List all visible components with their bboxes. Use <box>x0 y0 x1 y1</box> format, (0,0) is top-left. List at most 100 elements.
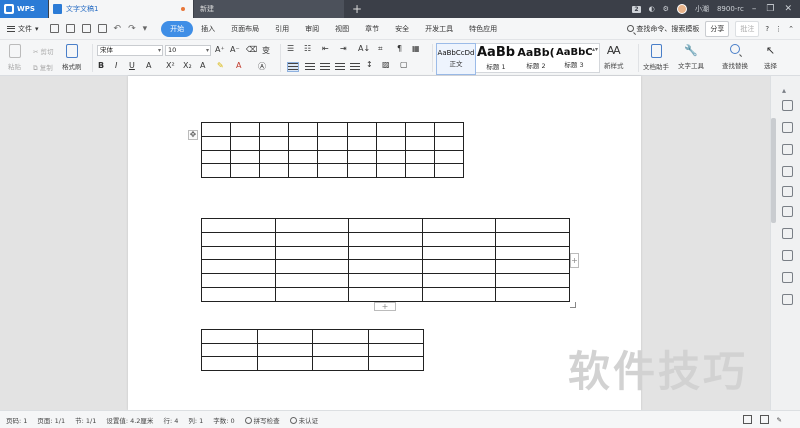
decrease-indent-icon[interactable]: ⇤ <box>322 44 329 53</box>
add-tab-button[interactable]: + <box>344 0 374 18</box>
table-cell[interactable] <box>201 287 276 302</box>
table-cell[interactable] <box>230 149 261 165</box>
table-cell[interactable] <box>256 342 313 358</box>
window-count-badge[interactable]: 2 <box>632 5 641 13</box>
table-cell[interactable] <box>230 135 261 151</box>
more-options-icon[interactable]: ⋮ <box>775 25 782 33</box>
table-cell[interactable] <box>421 259 497 275</box>
grow-font-icon[interactable]: A⁺ <box>215 45 225 54</box>
table-tools-icon[interactable] <box>782 186 793 197</box>
bold-icon[interactable]: B <box>98 61 104 70</box>
table-cell[interactable] <box>348 218 423 233</box>
scroll-up-icon[interactable]: ▴ <box>782 86 793 97</box>
table-cell[interactable] <box>256 356 313 371</box>
redo-icon[interactable]: ↷ <box>128 24 136 34</box>
table-cell[interactable] <box>375 122 406 137</box>
font-color-icon[interactable]: A <box>236 61 241 70</box>
table-cell[interactable] <box>274 245 350 261</box>
style-heading-1[interactable]: AaBb 标题 1 <box>477 44 515 74</box>
table-cell[interactable] <box>317 122 348 137</box>
table-cell[interactable] <box>348 245 423 261</box>
table-cell[interactable] <box>346 122 377 137</box>
table-cell[interactable] <box>348 273 423 289</box>
table-cell[interactable] <box>346 135 377 151</box>
table-cell[interactable] <box>312 329 369 344</box>
settings-icon[interactable]: ⚙ <box>663 5 669 13</box>
table-cell[interactable] <box>367 342 424 358</box>
border-icon[interactable]: ▢ <box>400 60 408 69</box>
copy-pane-icon[interactable] <box>782 228 793 239</box>
tab-review[interactable]: 审阅 <box>297 21 327 37</box>
table-cell[interactable] <box>259 135 290 151</box>
table-cell[interactable] <box>201 245 276 261</box>
table-borders-icon[interactable]: ▦ <box>412 44 420 53</box>
table-cell[interactable] <box>274 218 350 233</box>
table-1[interactable] <box>200 122 465 178</box>
reading-mode-icon[interactable] <box>759 415 769 424</box>
collapse-ribbon-icon[interactable]: ⌃ <box>788 25 794 33</box>
table-cell[interactable] <box>421 273 497 289</box>
undo-icon[interactable]: ↶ <box>114 24 122 34</box>
maximize-icon[interactable]: ❐ <box>766 4 774 14</box>
skin-icon[interactable]: ◐ <box>649 5 655 13</box>
tab-special[interactable]: 特色应用 <box>461 21 505 37</box>
table-3[interactable] <box>201 329 424 371</box>
save-icon[interactable] <box>49 24 59 33</box>
spell-check-button[interactable]: 拼写检查 <box>244 415 280 425</box>
justify-icon[interactable] <box>335 63 345 71</box>
tab-home[interactable]: 开始 <box>161 20 194 37</box>
text-tools-button[interactable]: 🔧 文字工具 <box>678 44 704 70</box>
fullscreen-icon[interactable] <box>742 415 752 424</box>
table-cell[interactable] <box>404 163 435 178</box>
auth-status[interactable]: 未认证 <box>289 415 318 425</box>
table-resize-handle[interactable] <box>570 302 576 308</box>
align-right-icon[interactable] <box>320 63 330 71</box>
line-spacing-icon[interactable]: ↕ <box>366 60 373 69</box>
sort-icon[interactable]: A↓ <box>358 44 370 53</box>
help-pane-icon[interactable] <box>782 294 793 305</box>
table-cell[interactable] <box>201 356 258 371</box>
table-cell[interactable] <box>201 231 276 247</box>
tab-view[interactable]: 视图 <box>327 21 357 37</box>
table-cell[interactable] <box>259 149 290 165</box>
char-border-icon[interactable]: Ⓐ <box>258 61 266 72</box>
table-cell[interactable] <box>421 218 497 233</box>
table-cell[interactable] <box>346 149 377 165</box>
add-column-button[interactable]: + <box>570 253 579 268</box>
table-cell[interactable] <box>375 135 406 151</box>
table-cell[interactable] <box>495 287 570 302</box>
clear-format-icon[interactable]: ⌫ <box>246 45 257 54</box>
table-cell[interactable] <box>433 163 465 178</box>
print-preview-icon[interactable] <box>97 24 107 33</box>
tab-insert[interactable]: 插入 <box>193 21 223 37</box>
table-cell[interactable] <box>375 149 406 165</box>
table-cell[interactable] <box>367 356 424 371</box>
share-pane-icon[interactable] <box>782 250 793 261</box>
table-cell[interactable] <box>201 218 276 233</box>
table-cell[interactable] <box>259 163 290 178</box>
table-cell[interactable] <box>201 259 276 275</box>
chinese-layout-icon[interactable]: ⌗ <box>378 44 383 54</box>
table-cell[interactable] <box>367 329 424 344</box>
table-cell[interactable] <box>274 259 350 275</box>
table-cell[interactable] <box>274 273 350 289</box>
table-cell[interactable] <box>375 163 406 178</box>
table-cell[interactable] <box>495 231 570 247</box>
table-cell[interactable] <box>317 149 348 165</box>
new-style-button[interactable]: Ꜳ 新样式 <box>604 44 624 70</box>
style-heading-3[interactable]: AaBbC 标题 3 <box>556 44 592 74</box>
shape-icon[interactable] <box>782 122 793 133</box>
table-cell[interactable] <box>346 163 377 178</box>
table-cell[interactable] <box>230 163 261 178</box>
mail-icon[interactable] <box>782 272 793 283</box>
subscript-icon[interactable]: X₂ <box>183 61 192 70</box>
shading-icon[interactable]: ▨ <box>382 60 390 69</box>
table-cell[interactable] <box>200 149 232 165</box>
cut-button[interactable]: ✂ 剪切 <box>33 46 54 56</box>
find-replace-button[interactable]: 查找替换 <box>722 44 748 70</box>
table-cell[interactable] <box>317 163 348 178</box>
table-cell[interactable] <box>495 273 570 289</box>
phonetic-icon[interactable]: 变 <box>262 45 270 56</box>
table-cell[interactable] <box>348 259 423 275</box>
comment-button[interactable]: 批注 <box>735 20 760 37</box>
